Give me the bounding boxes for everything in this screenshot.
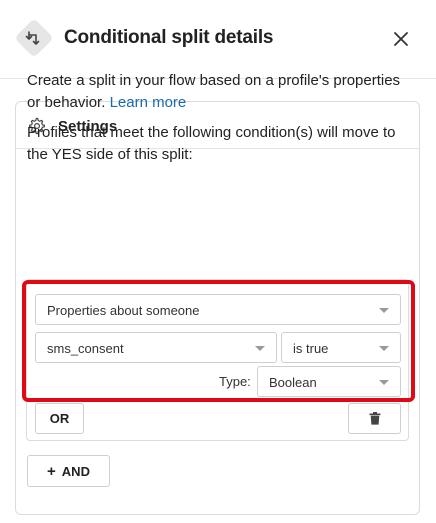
chevron-down-icon — [379, 380, 389, 385]
close-button[interactable] — [386, 24, 416, 54]
field-select[interactable]: sms_consent — [35, 332, 277, 363]
chevron-down-icon — [255, 346, 265, 351]
type-select[interactable]: Boolean — [257, 366, 401, 397]
operator-value: is true — [293, 341, 329, 356]
or-button[interactable]: OR — [35, 403, 84, 434]
split-icon — [14, 18, 54, 58]
close-icon — [394, 32, 408, 46]
delete-condition-button[interactable] — [348, 403, 401, 434]
add-and-condition-button[interactable]: + AND — [27, 455, 110, 487]
and-label: AND — [61, 463, 90, 479]
field-value: sms_consent — [47, 341, 124, 356]
chevron-down-icon — [379, 308, 389, 313]
plus-icon: + — [47, 462, 56, 480]
description-text: Create a split in your flow based on a p… — [27, 70, 412, 114]
property-type-value: Properties about someone — [47, 303, 200, 318]
operator-select[interactable]: is true — [281, 332, 401, 363]
property-type-select[interactable]: Properties about someone — [35, 294, 401, 325]
panel-title: Conditional split details — [64, 27, 274, 48]
type-value: Boolean — [269, 375, 317, 390]
instruction-text: Profiles that meet the following conditi… — [27, 124, 396, 163]
trash-icon — [369, 412, 380, 425]
description-body: Create a split in your flow based on a p… — [27, 72, 401, 111]
type-label: Type: — [219, 374, 251, 389]
panel-header: Conditional split details — [0, 0, 436, 79]
learn-more-link[interactable]: Learn more — [110, 94, 187, 111]
chevron-down-icon — [379, 346, 389, 351]
